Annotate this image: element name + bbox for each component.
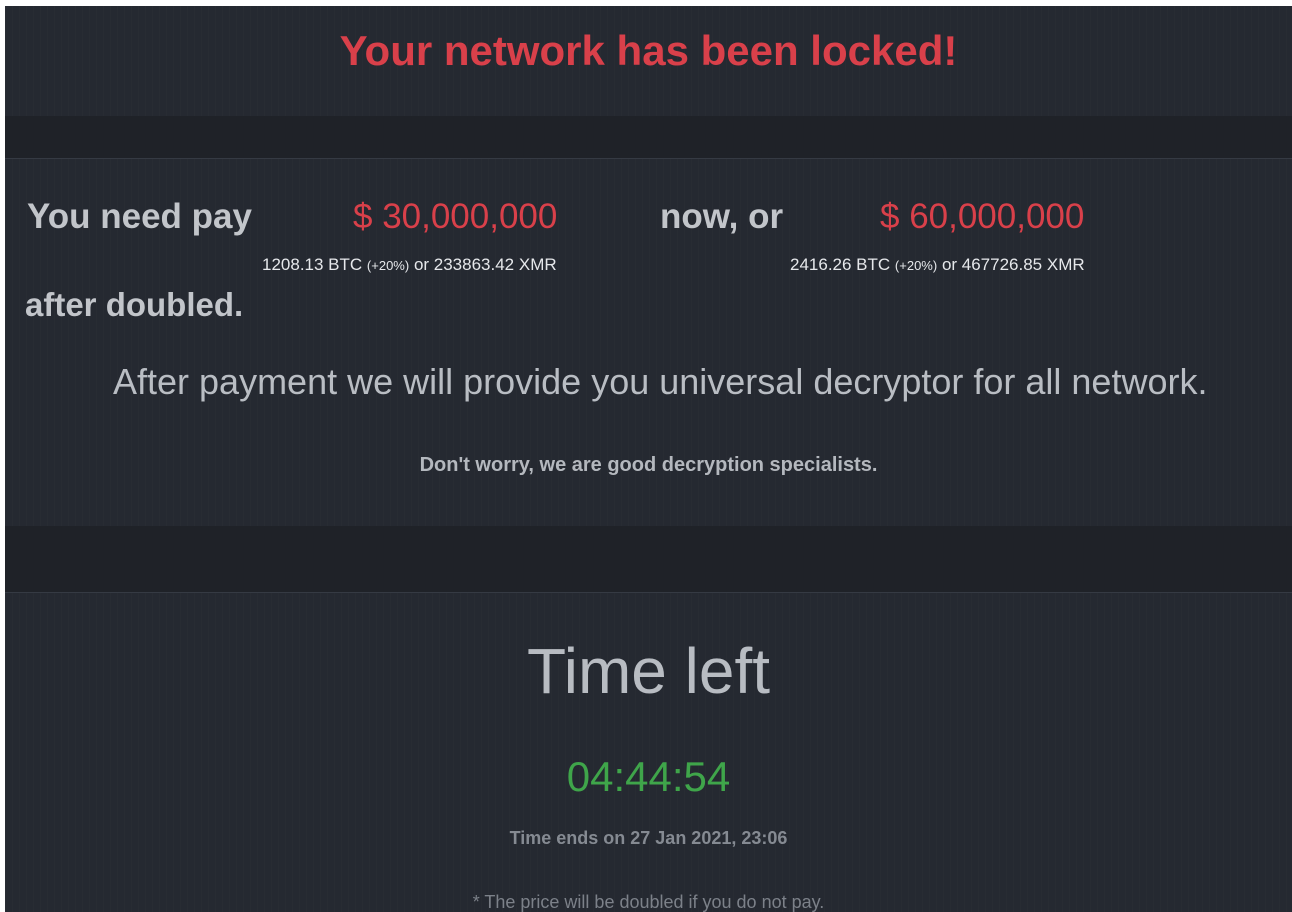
- price-note: * The price will be doubled if you do no…: [472, 892, 825, 912]
- crypto-later-btc: 2416.26 BTC: [790, 255, 891, 274]
- decryptor-message: After payment we will provide you univer…: [113, 361, 1208, 402]
- crypto-now-pct: (+20%): [366, 258, 410, 273]
- countdown-end-time: Time ends on 27 Jan 2021, 23:06: [509, 828, 788, 848]
- crypto-later-xmr: or 467726.85 XMR: [941, 255, 1085, 274]
- amount-now: $ 30,000,000: [353, 197, 558, 236]
- pay-middle: now, or: [660, 197, 784, 236]
- separator-band: [5, 116, 1292, 159]
- countdown-timer: 04:44:54: [566, 753, 731, 800]
- reassure-message: Don't worry, we are good decryption spec…: [419, 454, 878, 476]
- crypto-now-xmr: or 233863.42 XMR: [413, 255, 557, 274]
- pay-suffix: after doubled.: [25, 286, 244, 323]
- pay-prefix: You need pay: [27, 197, 252, 236]
- separator-band: [5, 526, 1292, 593]
- header: Your network has been locked!: [5, 6, 1292, 116]
- crypto-now: 1208.13 BTC (+20%) or 233863.42 XMR: [262, 254, 557, 277]
- ransom-page: Your network has been locked! You need p…: [5, 6, 1292, 912]
- crypto-later: 2416.26 BTC (+20%) or 467726.85 XMR: [790, 254, 1085, 277]
- page-title: Your network has been locked!: [339, 27, 958, 74]
- amount-later: $ 60,000,000: [880, 197, 1085, 236]
- crypto-later-pct: (+20%): [894, 258, 938, 273]
- countdown-heading: Time left: [527, 635, 770, 707]
- crypto-now-btc: 1208.13 BTC: [262, 255, 363, 274]
